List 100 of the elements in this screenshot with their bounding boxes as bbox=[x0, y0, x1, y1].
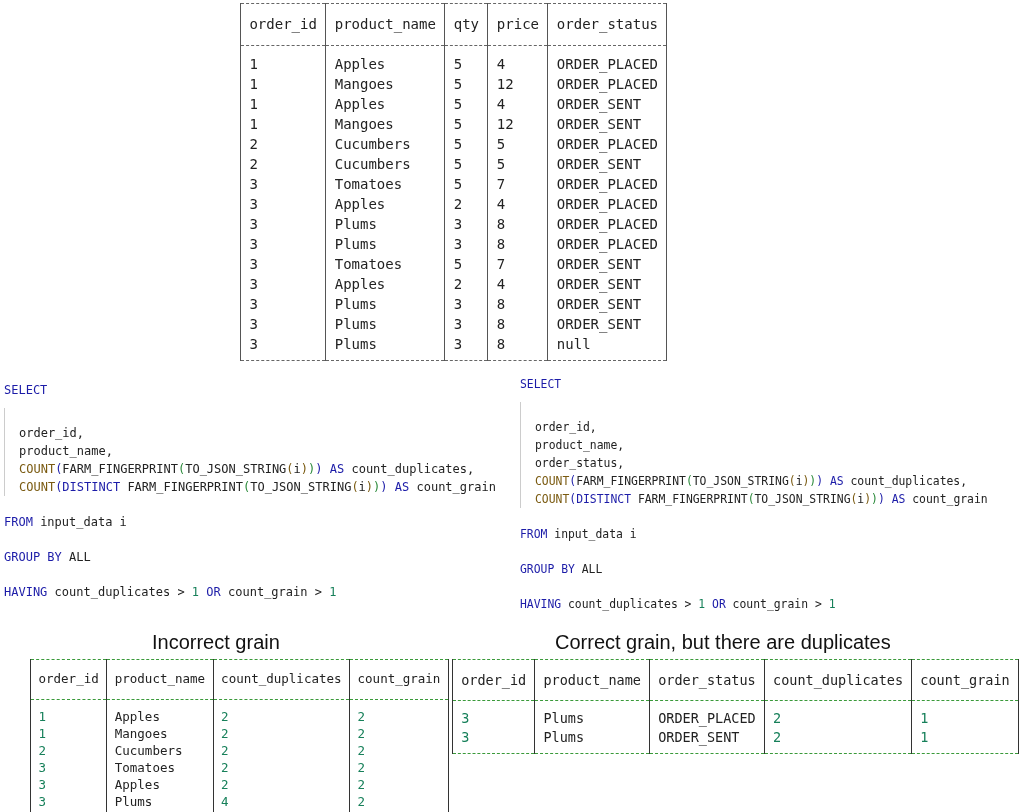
table-cell: 4 bbox=[496, 56, 506, 72]
code-line: GROUP BY ALL bbox=[4, 549, 91, 566]
table-cell: 7 bbox=[496, 176, 506, 192]
table-cell: 3 bbox=[461, 729, 470, 746]
table-title: Correct grain, but there are duplicates bbox=[555, 631, 891, 653]
column-header: count_duplicates bbox=[221, 671, 342, 686]
table-cell: ORDER_SENT bbox=[556, 276, 642, 292]
table-cell: 2 bbox=[453, 276, 463, 292]
table-cell: Mangoes bbox=[334, 76, 394, 92]
table-cell: Plums bbox=[334, 336, 377, 352]
table-cell: 3 bbox=[453, 296, 463, 312]
table-cell: Apples bbox=[334, 196, 386, 212]
table-cell: 2 bbox=[357, 776, 366, 792]
table-cell: 3 bbox=[249, 196, 258, 212]
column-header: count_duplicates bbox=[773, 672, 904, 688]
table-cell: Apples bbox=[114, 776, 160, 792]
table-cell: Apples bbox=[334, 276, 386, 292]
table-cell: Plums bbox=[334, 216, 377, 232]
column-header: product_name bbox=[114, 671, 206, 686]
table-cell: Apples bbox=[334, 96, 386, 112]
table-cell: ORDER_PLACED bbox=[556, 236, 658, 252]
code-line: COUNT(FARM_FINGERPRINT(TO_JSON_STRING(i))) AS count_duplicates, bbox=[535, 473, 968, 490]
table-cell: 12 bbox=[496, 76, 514, 92]
table-cell: 1 bbox=[249, 116, 258, 132]
table-cell: 1 bbox=[38, 708, 47, 724]
table-cell: 8 bbox=[496, 296, 506, 312]
table-cell: 3 bbox=[453, 216, 463, 232]
table-cell: 12 bbox=[496, 116, 514, 132]
table-cell: Tomatoes bbox=[334, 176, 403, 192]
table-cell: ORDER_SENT bbox=[556, 316, 642, 332]
table-cell: ORDER_SENT bbox=[556, 256, 642, 272]
table-cell: 4 bbox=[496, 276, 506, 292]
table-cell: Cucumbers bbox=[114, 742, 183, 758]
table-cell: ORDER_PLACED bbox=[556, 216, 658, 232]
table-cell: 1 bbox=[249, 56, 258, 72]
table-cell: 8 bbox=[496, 216, 506, 232]
code-line: order_id, bbox=[535, 419, 597, 436]
table-cell: Plums bbox=[543, 729, 585, 746]
table-cell: Mangoes bbox=[114, 725, 168, 741]
code-line: COUNT(DISTINCT FARM_FINGERPRINT(TO_JSON_STRING(i))) AS count_grain bbox=[535, 491, 988, 508]
table-cell: Plums bbox=[543, 710, 585, 727]
code-line: order_status, bbox=[535, 455, 625, 472]
table-cell: 2 bbox=[453, 196, 463, 212]
table-cell: 5 bbox=[453, 96, 463, 112]
table-cell: 2 bbox=[357, 793, 366, 809]
table-cell: 2 bbox=[249, 156, 258, 172]
table-cell: ORDER_SENT bbox=[556, 296, 642, 312]
table-cell: ORDER_SENT bbox=[556, 116, 642, 132]
table-cell: 5 bbox=[453, 156, 463, 172]
table-cell: Plums bbox=[334, 296, 377, 312]
table-cell: 1 bbox=[38, 725, 47, 741]
table-cell: Plums bbox=[334, 236, 377, 252]
code-line: FROM input_data i bbox=[4, 514, 127, 531]
table-cell: 5 bbox=[496, 156, 506, 172]
table-cell: 2 bbox=[221, 725, 229, 741]
table-cell: 3 bbox=[38, 793, 47, 809]
table-cell: 1 bbox=[920, 710, 929, 727]
column-header: order_status bbox=[556, 16, 658, 32]
table-cell: 3 bbox=[249, 296, 258, 312]
table-cell: Apples bbox=[334, 56, 386, 72]
code-line: FROM input_data i bbox=[520, 526, 637, 543]
table-cell: 2 bbox=[357, 759, 366, 775]
table-cell: ORDER_SENT bbox=[556, 156, 642, 172]
table-cell: 5 bbox=[496, 136, 506, 152]
table-cell: 2 bbox=[221, 708, 229, 724]
table-cell: 3 bbox=[461, 710, 470, 727]
table-cell: 2 bbox=[773, 710, 782, 727]
code-line: COUNT(DISTINCT FARM_FINGERPRINT(TO_JSON_STRING(i))) AS count_grain bbox=[19, 479, 496, 496]
table-cell: Plums bbox=[334, 316, 377, 332]
table-title: Incorrect grain bbox=[152, 631, 280, 653]
table-cell: 1 bbox=[920, 729, 929, 746]
column-header: order_id bbox=[249, 16, 317, 32]
table-cell: 5 bbox=[453, 76, 463, 92]
table-cell: 5 bbox=[453, 136, 463, 152]
table-cell: 3 bbox=[453, 236, 463, 252]
code-line: HAVING count_duplicates > 1 OR count_grain > 1 bbox=[520, 596, 836, 613]
table-cell: 1 bbox=[249, 96, 258, 112]
table-cell: 3 bbox=[249, 316, 258, 332]
table-cell: 3 bbox=[38, 776, 47, 792]
table-cell: Cucumbers bbox=[334, 156, 411, 172]
table-cell: 2 bbox=[357, 708, 366, 724]
table-cell: Cucumbers bbox=[334, 136, 411, 152]
column-header: product_name bbox=[543, 672, 641, 688]
table-cell: 5 bbox=[453, 56, 463, 72]
table-cell: 8 bbox=[496, 316, 506, 332]
column-header: order_id bbox=[38, 671, 99, 686]
code-line: product_name, bbox=[535, 437, 625, 454]
column-header: count_grain bbox=[357, 671, 441, 686]
table-cell: 2 bbox=[357, 742, 366, 758]
table-cell: 3 bbox=[249, 276, 258, 292]
table-cell: ORDER_PLACED bbox=[556, 56, 658, 72]
column-header: count_grain bbox=[920, 672, 1010, 688]
table-cell: 4 bbox=[496, 96, 506, 112]
table-cell: 3 bbox=[249, 336, 258, 352]
table-cell: 3 bbox=[249, 256, 258, 272]
table-cell: 4 bbox=[221, 793, 229, 809]
table-cell: 5 bbox=[453, 176, 463, 192]
code-line: COUNT(FARM_FINGERPRINT(TO_JSON_STRING(i))) AS count_duplicates, bbox=[19, 461, 475, 478]
table-cell: 3 bbox=[453, 316, 463, 332]
table-cell: 1 bbox=[249, 76, 258, 92]
